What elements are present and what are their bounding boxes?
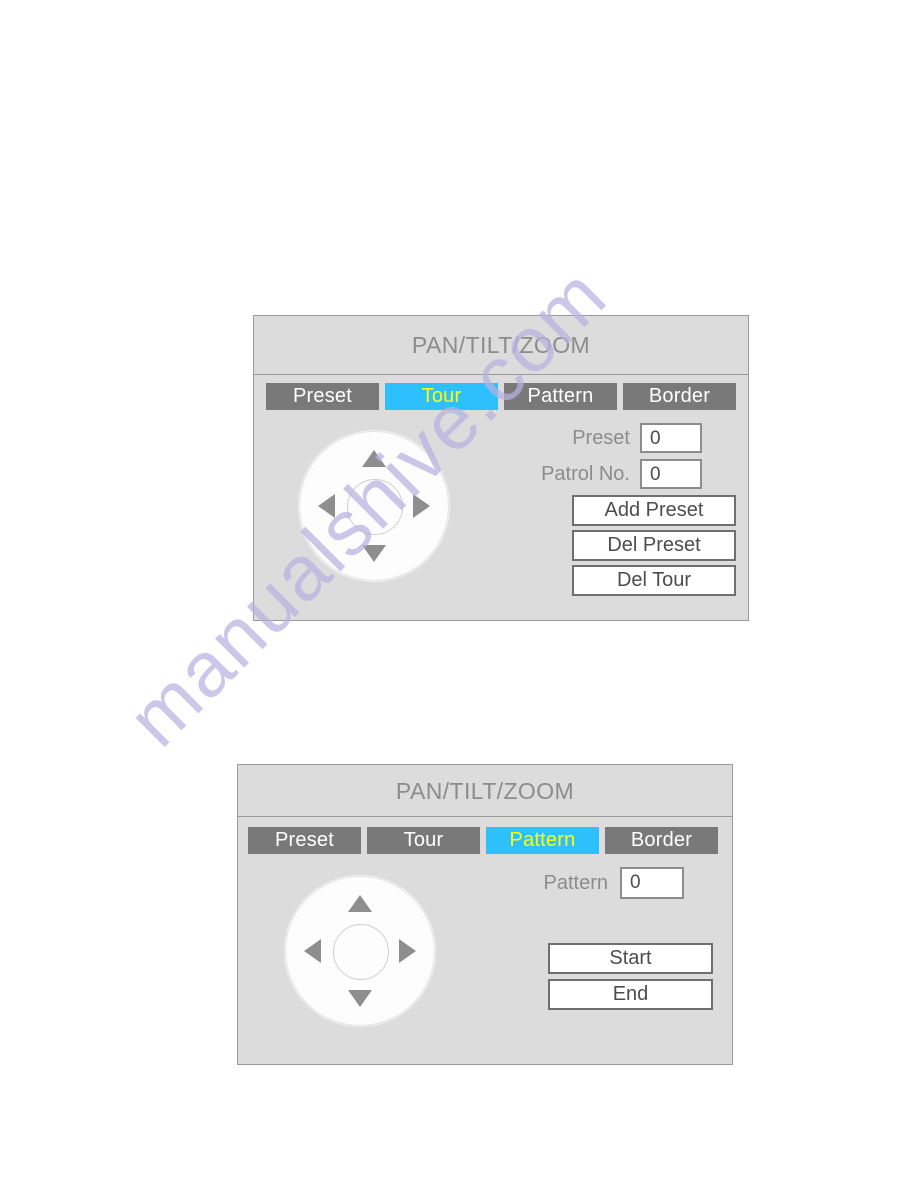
dpad-center-button[interactable] xyxy=(347,479,403,535)
tab-bar: Preset Tour Pattern Border xyxy=(248,827,718,854)
end-button[interactable]: End xyxy=(548,979,713,1010)
page-title: PAN/TILT/ZOOM xyxy=(238,765,732,817)
preset-input[interactable]: 0 xyxy=(640,423,702,453)
controls-column: Preset 0 Patrol No. 0 Add Preset Del Pre… xyxy=(526,423,736,596)
tab-preset[interactable]: Preset xyxy=(266,383,379,410)
controls-column: Pattern 0 Start End xyxy=(496,867,718,1010)
arrow-left-icon[interactable] xyxy=(304,939,321,963)
panel-body: Preset Tour Pattern Border Preset 0 Patr… xyxy=(254,375,748,679)
arrow-up-icon[interactable] xyxy=(362,450,386,467)
arrow-down-icon[interactable] xyxy=(348,990,372,1007)
panel-body: Preset Tour Pattern Border Pattern 0 Sta… xyxy=(238,817,732,1116)
tab-border[interactable]: Border xyxy=(623,383,736,410)
arrow-up-icon[interactable] xyxy=(348,895,372,912)
ptz-panel-pattern: PAN/TILT/ZOOM Preset Tour Pattern Border… xyxy=(237,764,733,1065)
tab-border[interactable]: Border xyxy=(605,827,718,854)
field-row-pattern: Pattern 0 xyxy=(496,867,718,899)
tab-tour[interactable]: Tour xyxy=(385,383,498,410)
direction-pad[interactable] xyxy=(285,876,435,1026)
pattern-input[interactable]: 0 xyxy=(620,867,684,899)
direction-pad[interactable] xyxy=(299,431,449,581)
field-row-preset: Preset 0 xyxy=(526,423,736,453)
tab-pattern[interactable]: Pattern xyxy=(486,827,599,854)
page-title: PAN/TILT/ZOOM xyxy=(254,316,748,375)
tab-tour[interactable]: Tour xyxy=(367,827,480,854)
add-preset-button[interactable]: Add Preset xyxy=(572,495,736,526)
arrow-down-icon[interactable] xyxy=(362,545,386,562)
dpad-center-button[interactable] xyxy=(333,924,389,980)
start-button[interactable]: Start xyxy=(548,943,713,974)
tab-pattern[interactable]: Pattern xyxy=(504,383,617,410)
field-row-patrol-no: Patrol No. 0 xyxy=(526,459,736,489)
pattern-label: Pattern xyxy=(543,871,608,894)
preset-label: Preset xyxy=(572,426,630,449)
tab-bar: Preset Tour Pattern Border xyxy=(266,383,736,410)
arrow-right-icon[interactable] xyxy=(399,939,416,963)
tab-preset[interactable]: Preset xyxy=(248,827,361,854)
patrol-no-input[interactable]: 0 xyxy=(640,459,702,489)
del-tour-button[interactable]: Del Tour xyxy=(572,565,736,596)
arrow-left-icon[interactable] xyxy=(318,494,335,518)
arrow-right-icon[interactable] xyxy=(413,494,430,518)
del-preset-button[interactable]: Del Preset xyxy=(572,530,736,561)
button-group: Start End xyxy=(496,943,718,1010)
patrol-no-label: Patrol No. xyxy=(541,462,630,485)
ptz-panel-tour: PAN/TILT/ZOOM Preset Tour Pattern Border… xyxy=(253,315,749,621)
button-group: Add Preset Del Preset Del Tour xyxy=(526,495,736,596)
